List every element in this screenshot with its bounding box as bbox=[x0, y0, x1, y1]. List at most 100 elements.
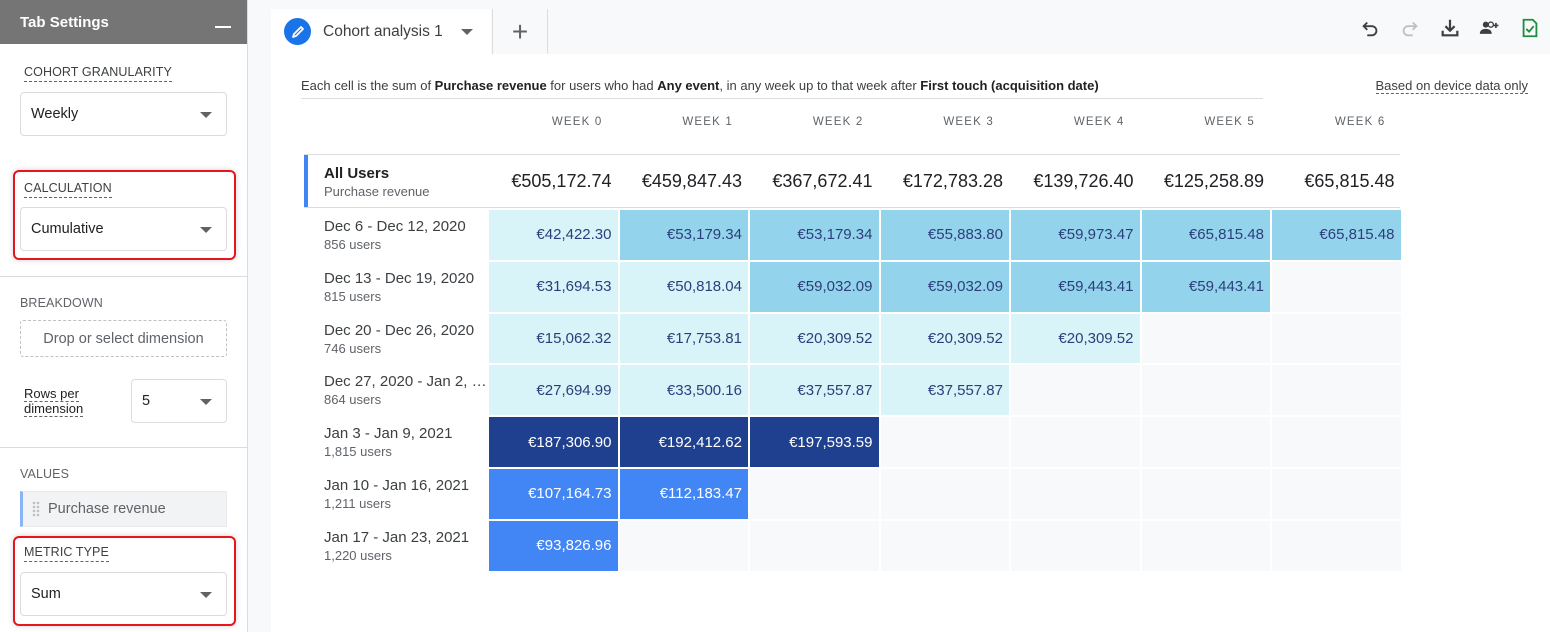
breakdown-label: BREAKDOWN bbox=[20, 296, 103, 310]
empty-cell bbox=[1141, 468, 1270, 519]
cohort-cell[interactable]: €65,815.48 bbox=[1141, 210, 1270, 260]
cohort-cell[interactable]: €37,557.87 bbox=[750, 365, 879, 416]
cohort-cell[interactable]: €59,443.41 bbox=[1011, 261, 1140, 312]
cohort-date-range: Dec 20 - Dec 26, 2020 bbox=[324, 321, 475, 339]
empty-cell bbox=[1272, 365, 1401, 416]
cohort-cell[interactable]: €53,179.34 bbox=[750, 210, 879, 260]
table-row: Dec 27, 2020 - Jan 2, 2021 864 users €27,6… bbox=[304, 365, 1403, 417]
rows-per-dimension-select[interactable]: 5 bbox=[131, 379, 227, 423]
download-icon bbox=[1441, 19, 1459, 37]
download-button[interactable] bbox=[1430, 12, 1470, 44]
cohort-cell[interactable]: €42,422.30 bbox=[489, 210, 618, 260]
cohort-label: Dec 27, 2020 - Jan 2, 2021 864 users bbox=[304, 365, 492, 417]
rows-per-dimension-label: Rows per dimension bbox=[24, 386, 84, 417]
table-row: Dec 20 - Dec 26, 2020 746 users €15,062.32… bbox=[304, 313, 1403, 366]
cohort-date-range: Dec 13 - Dec 19, 2020 bbox=[324, 269, 475, 287]
inclusion-link: First touch (acquisition date) bbox=[920, 78, 1099, 93]
cohort-cell[interactable]: €197,593.59 bbox=[750, 417, 879, 467]
cohort-user-count: 856 users bbox=[324, 237, 382, 252]
cohort-label: Jan 3 - Jan 9, 2021 1,815 users bbox=[304, 417, 489, 469]
toolbar bbox=[1350, 12, 1550, 44]
device-data-note[interactable]: Based on device data only bbox=[1375, 78, 1528, 94]
cohort-cell[interactable]: €65,815.48 bbox=[1272, 210, 1401, 260]
cohort-cell[interactable]: €59,973.47 bbox=[1011, 210, 1140, 260]
cohort-granularity-label: COHORT GRANULARITY bbox=[24, 65, 172, 82]
total-value-week-2: €367,672.41 bbox=[772, 171, 873, 191]
cohort-label: Jan 17 - Jan 23, 2021 1,220 users bbox=[304, 521, 489, 573]
chevron-down-icon bbox=[200, 592, 212, 598]
empty-cell bbox=[1141, 417, 1270, 467]
cohort-cell[interactable]: €59,032.09 bbox=[880, 261, 1009, 312]
total-value-week-3: €172,783.28 bbox=[902, 171, 1003, 191]
empty-cell bbox=[1011, 520, 1140, 571]
rows-per-dimension-value: 5 bbox=[142, 393, 151, 409]
redo-button[interactable] bbox=[1390, 12, 1430, 44]
totals-sublabel: Purchase revenue bbox=[324, 184, 430, 199]
cohort-cell[interactable]: €55,883.80 bbox=[880, 210, 1009, 260]
cohort-cell[interactable]: €17,753.81 bbox=[619, 313, 748, 364]
total-value-week-0: €505,172.74 bbox=[511, 171, 612, 191]
cohort-cell[interactable]: €112,183.47 bbox=[619, 468, 748, 519]
minimize-icon[interactable] bbox=[215, 14, 231, 30]
empty-cell bbox=[1011, 365, 1140, 416]
event-link: Any event bbox=[657, 78, 720, 93]
cohort-cell[interactable]: €20,309.52 bbox=[750, 313, 879, 364]
cohort-label: Dec 6 - Dec 12, 2020 856 users bbox=[304, 210, 489, 262]
total-value-week-5: €125,258.89 bbox=[1163, 171, 1264, 191]
cohort-granularity-value: Weekly bbox=[31, 106, 79, 122]
cohort-cell[interactable]: €20,309.52 bbox=[1011, 313, 1140, 364]
chevron-down-icon[interactable] bbox=[460, 28, 473, 35]
column-header-week-2: WEEK 2 bbox=[812, 116, 864, 128]
chevron-down-icon bbox=[200, 399, 212, 405]
total-value-week-1: €459,847.43 bbox=[641, 171, 742, 191]
cohort-cell[interactable]: €33,500.16 bbox=[619, 365, 748, 416]
column-header-week-3: WEEK 3 bbox=[943, 116, 994, 128]
cohort-granularity-select[interactable]: Weekly bbox=[20, 92, 227, 136]
empty-cell bbox=[1272, 468, 1401, 519]
cohort-cell[interactable]: €27,694.99 bbox=[489, 365, 618, 416]
table-row: Jan 3 - Jan 9, 2021 1,815 users €187,306.9… bbox=[304, 417, 1403, 469]
cohort-cell[interactable]: €20,309.52 bbox=[880, 313, 1009, 364]
values-label: VALUES bbox=[20, 467, 70, 481]
cohort-cell[interactable]: €192,412.62 bbox=[619, 417, 748, 467]
cohort-cell[interactable]: €31,694.53 bbox=[489, 261, 618, 312]
share-button[interactable] bbox=[1470, 12, 1510, 44]
calculation-select[interactable]: Cumulative bbox=[20, 207, 227, 251]
cohort-user-count: 746 users bbox=[324, 340, 382, 356]
empty-cell bbox=[1272, 417, 1401, 467]
chevron-down-icon bbox=[200, 112, 212, 118]
calculation-label: CALCULATION bbox=[24, 181, 112, 198]
undo-button[interactable] bbox=[1350, 12, 1390, 44]
metric-type-label: METRIC TYPE bbox=[24, 545, 109, 562]
cohort-cell[interactable]: €53,179.34 bbox=[619, 210, 748, 260]
tab-cohort-analysis-1[interactable]: Cohort analysis 1 bbox=[271, 9, 491, 54]
cohort-grid: Dec 6 - Dec 12, 2020 856 users €42,422.30 €… bbox=[304, 210, 1403, 573]
cohort-user-count: 815 users bbox=[324, 288, 382, 304]
add-tab-button[interactable]: + bbox=[492, 9, 548, 54]
cohort-date-range: Jan 3 - Jan 9, 2021 bbox=[324, 425, 453, 443]
insights-button[interactable] bbox=[1510, 12, 1550, 44]
metric-type-select[interactable]: Sum bbox=[20, 572, 227, 616]
drag-handle-icon[interactable] bbox=[32, 501, 40, 517]
cohort-cell[interactable]: €187,306.90 bbox=[489, 417, 618, 467]
tab-settings-panel: Tab Settings COHORT GRANULARITY Weekly C… bbox=[0, 0, 248, 632]
cohort-cell[interactable]: €37,557.87 bbox=[880, 365, 1009, 416]
cohort-cell[interactable]: €93,826.96 bbox=[489, 520, 618, 571]
cohort-user-count: 864 users bbox=[324, 392, 382, 408]
empty-cell bbox=[1011, 417, 1140, 467]
totals-row: All Users Purchase revenue €505,172.74 €4… bbox=[304, 154, 1400, 208]
undo-icon bbox=[1362, 21, 1378, 37]
divider bbox=[0, 447, 248, 448]
tab-bar: Cohort analysis 1 + bbox=[271, 0, 1550, 54]
cohort-cell[interactable]: €59,032.09 bbox=[750, 261, 879, 312]
cohort-cell[interactable]: €59,443.41 bbox=[1141, 261, 1270, 312]
cohort-cell[interactable]: €107,164.73 bbox=[489, 468, 618, 519]
cohort-cell[interactable]: €50,818.04 bbox=[619, 261, 748, 312]
pencil-icon[interactable] bbox=[284, 18, 311, 45]
cohort-cell[interactable]: €15,062.32 bbox=[489, 313, 618, 364]
value-chip-purchase-revenue[interactable]: Purchase revenue bbox=[20, 491, 227, 527]
breakdown-dropzone[interactable]: Drop or select dimension bbox=[20, 320, 227, 357]
cohort-label: Dec 13 - Dec 19, 2020 815 users bbox=[304, 262, 489, 314]
week-headers: WEEK 0 WEEK 1 WEEK 2 WEEK 3 WEEK 4 WEEK 5 WEEK… bbox=[489, 116, 1403, 128]
column-header-week-5: WEEK 5 bbox=[1204, 116, 1255, 128]
